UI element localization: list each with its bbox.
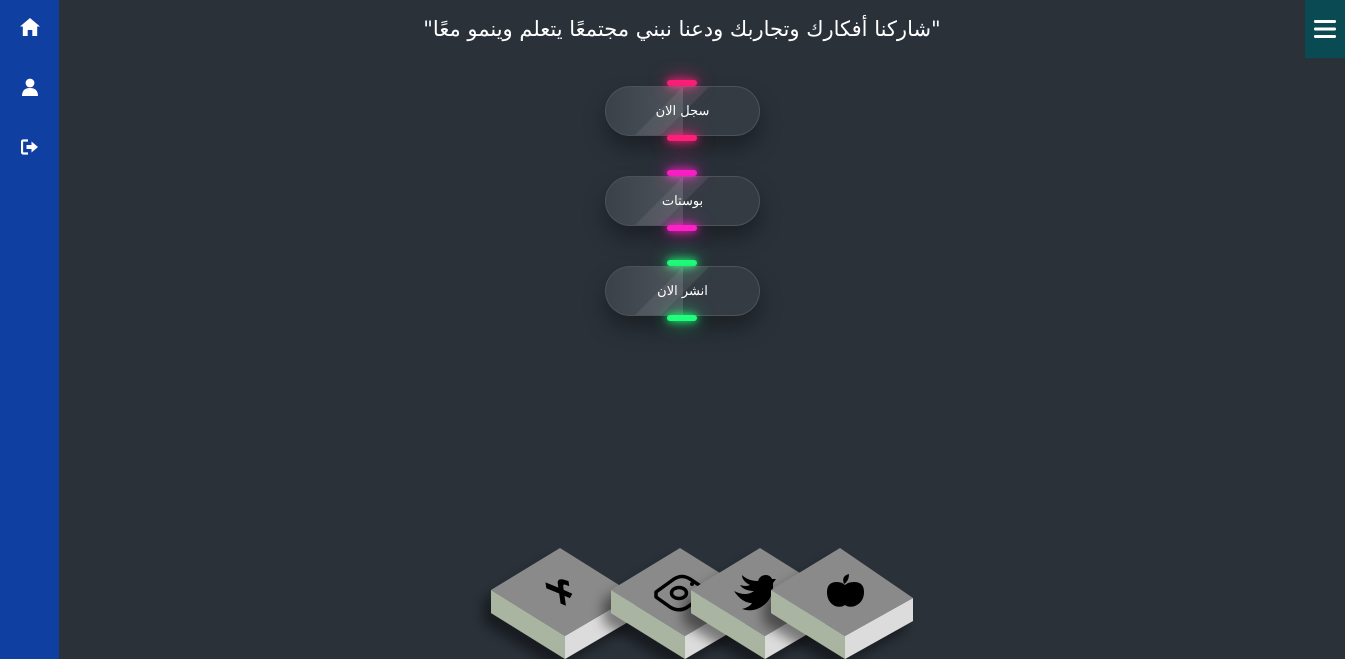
publish-now-label[interactable]: انشر الان: [605, 266, 760, 316]
sidebar-item-home[interactable]: [0, 9, 59, 45]
page-quote: "شاركنا أفكارك وتجاربك ودعنا نبني مجتمعً…: [423, 17, 941, 41]
posts-button[interactable]: بوستات: [605, 170, 760, 231]
hamburger-menu-icon: [1314, 20, 1336, 38]
sidebar-item-profile[interactable]: [0, 69, 59, 105]
register-now-label[interactable]: سجل الان: [605, 86, 760, 136]
sidebar: [0, 0, 59, 659]
posts-label[interactable]: بوستات: [605, 176, 760, 226]
publish-now-button[interactable]: انشر الان: [605, 260, 760, 321]
register-now-button[interactable]: سجل الان: [605, 80, 760, 141]
logout-icon: [20, 139, 38, 155]
menu-toggle-button[interactable]: [1305, 0, 1345, 58]
user-icon: [21, 78, 38, 96]
sidebar-item-logout[interactable]: [0, 129, 59, 165]
home-icon: [19, 18, 40, 36]
